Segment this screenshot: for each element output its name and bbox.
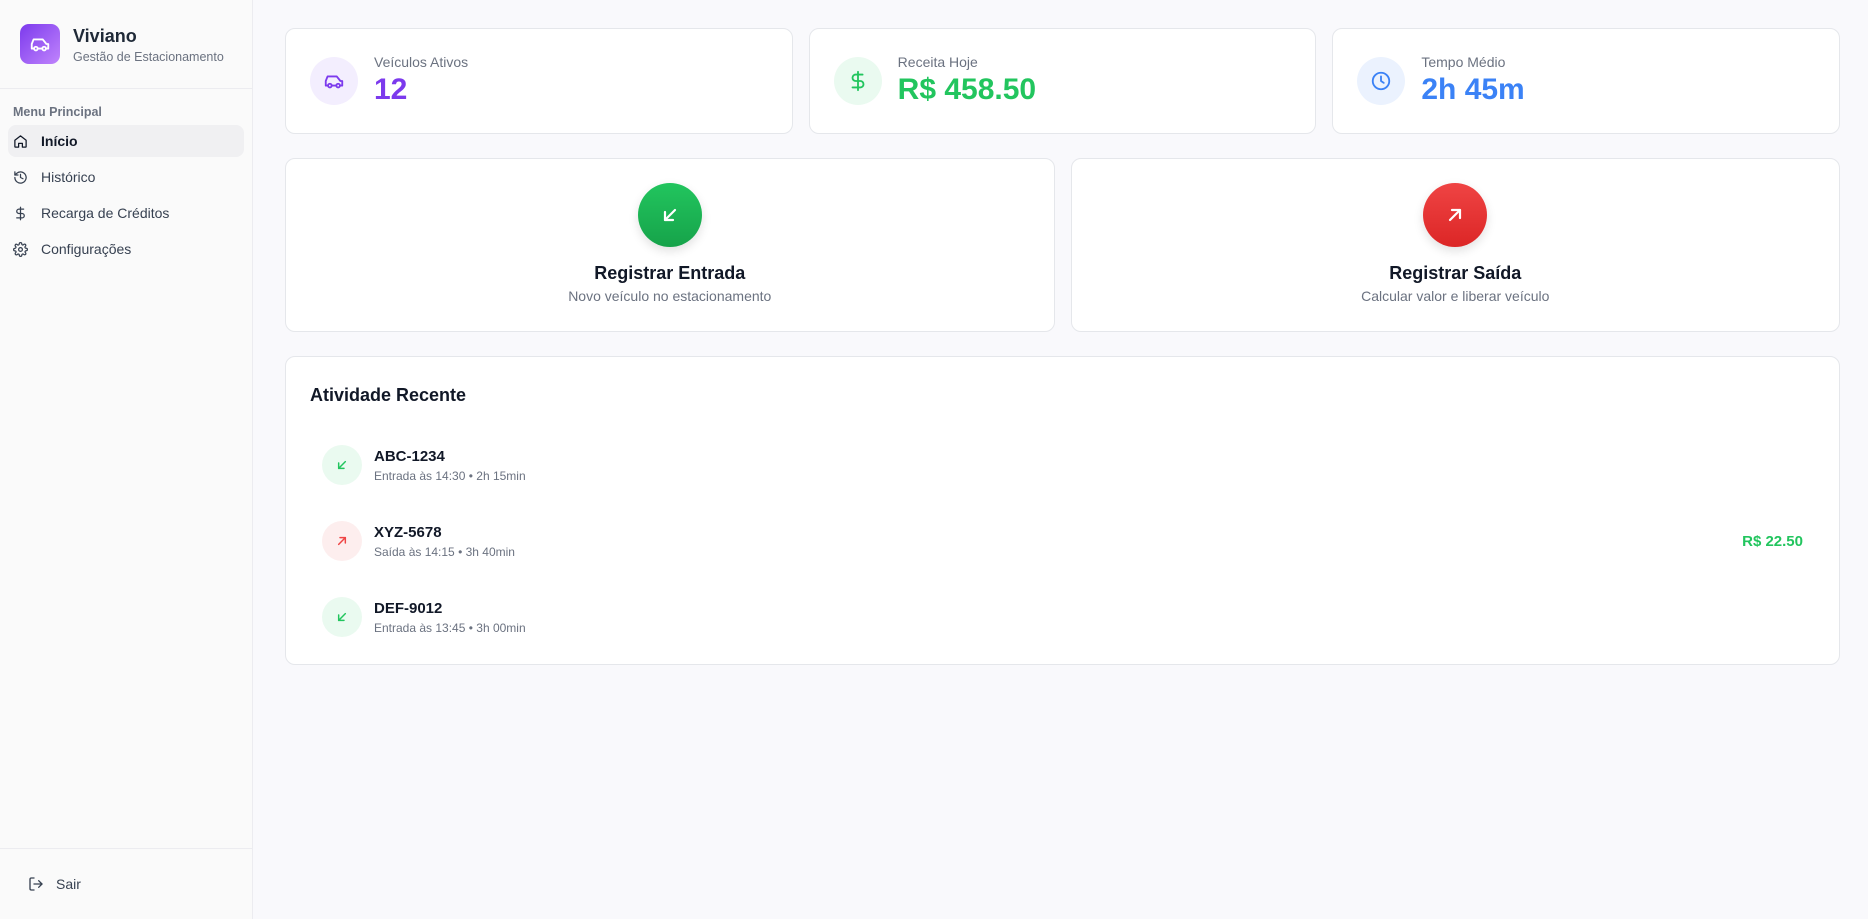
car-icon [310, 57, 358, 105]
activity-list: ABC-1234 Entrada às 14:30 • 2h 15min XYZ… [310, 427, 1815, 655]
clock-icon [1357, 57, 1406, 105]
main-content: Veículos Ativos 12 Receita Hoje R$ 458.5… [253, 0, 1868, 919]
arrow-down-left-icon [322, 445, 362, 485]
brand-header: Viviano Gestão de Estacionamento [0, 0, 252, 89]
stat-card-tempo-medio: Tempo Médio 2h 45m [1332, 28, 1841, 134]
register-exit-button[interactable]: Registrar Saída Calcular valor e liberar… [1070, 158, 1840, 332]
action-title: Registrar Saída [1389, 263, 1522, 283]
brand-title: Viviano [73, 25, 137, 46]
sidebar-item-label: Configurações [41, 241, 132, 257]
arrow-up-right-icon [322, 521, 362, 561]
dollar-icon [833, 57, 882, 105]
recent-activity-panel: Atividade Recente ABC-1234 Entrada às 14… [285, 356, 1840, 665]
sidebar-item-label: Início [41, 133, 78, 149]
activity-plate: DEF-9012 [374, 599, 443, 617]
dollar-icon [13, 206, 28, 221]
stat-card-receita-hoje: Receita Hoje R$ 458.50 [808, 28, 1317, 134]
activity-amount: R$ 22.50 [1742, 532, 1803, 550]
activity-detail: Saída às 14:15 • 3h 40min [374, 544, 515, 559]
list-item[interactable]: XYZ-5678 Saída às 14:15 • 3h 40min R$ 22… [310, 503, 1815, 579]
stat-label: Receita Hoje [897, 54, 978, 70]
list-item[interactable]: ABC-1234 Entrada às 14:30 • 2h 15min [310, 427, 1815, 503]
sidebar-item-configuracoes[interactable]: Configurações [8, 233, 244, 265]
action-subtitle: Novo veículo no estacionamento [568, 288, 772, 304]
nav-section-label: Menu Principal [13, 105, 102, 119]
car-icon [20, 24, 60, 64]
stats-row: Veículos Ativos 12 Receita Hoje R$ 458.5… [285, 28, 1841, 134]
main-nav: Menu Principal Início Histórico Recarga … [0, 89, 252, 848]
sidebar-item-inicio[interactable]: Início [8, 125, 244, 157]
sidebar-footer: Sair [0, 848, 252, 919]
list-item[interactable]: DEF-9012 Entrada às 13:45 • 3h 00min [310, 579, 1815, 655]
logout-icon [28, 876, 44, 892]
stat-label: Veículos Ativos [374, 54, 469, 70]
action-title: Registrar Entrada [594, 263, 746, 283]
logout-label: Sair [56, 876, 81, 892]
sidebar-item-label: Recarga de Créditos [41, 205, 170, 221]
gear-icon [13, 241, 28, 257]
action-subtitle: Calcular valor e liberar veículo [1361, 288, 1550, 304]
arrow-down-left-icon [322, 597, 362, 637]
register-entry-button[interactable]: Registrar Entrada Novo veículo no estaci… [285, 158, 1055, 332]
sidebar-item-recarga[interactable]: Recarga de Créditos [8, 197, 244, 229]
sidebar-item-label: Histórico [41, 169, 96, 185]
stat-value: 2h 45m [1421, 73, 1525, 106]
activity-title: Atividade Recente [310, 385, 467, 405]
activity-plate: XYZ-5678 [374, 523, 442, 541]
stat-value: 12 [374, 73, 408, 106]
logout-button[interactable]: Sair [28, 876, 81, 892]
activity-plate: ABC-1234 [374, 447, 445, 465]
stat-card-veiculos-ativos: Veículos Ativos 12 [285, 28, 793, 134]
activity-detail: Entrada às 14:30 • 2h 15min [374, 468, 526, 483]
home-icon [13, 134, 28, 149]
sidebar: Viviano Gestão de Estacionamento Menu Pr… [0, 0, 253, 919]
activity-detail: Entrada às 13:45 • 3h 00min [374, 620, 526, 635]
stat-value: R$ 458.50 [897, 73, 1037, 106]
history-icon [13, 170, 28, 185]
sidebar-item-historico[interactable]: Histórico [8, 161, 244, 193]
arrow-up-right-icon [1423, 183, 1488, 247]
brand-subtitle: Gestão de Estacionamento [73, 49, 224, 64]
actions-row: Registrar Entrada Novo veículo no estaci… [285, 158, 1840, 332]
arrow-down-left-icon [637, 183, 702, 247]
stat-label: Tempo Médio [1421, 54, 1506, 70]
